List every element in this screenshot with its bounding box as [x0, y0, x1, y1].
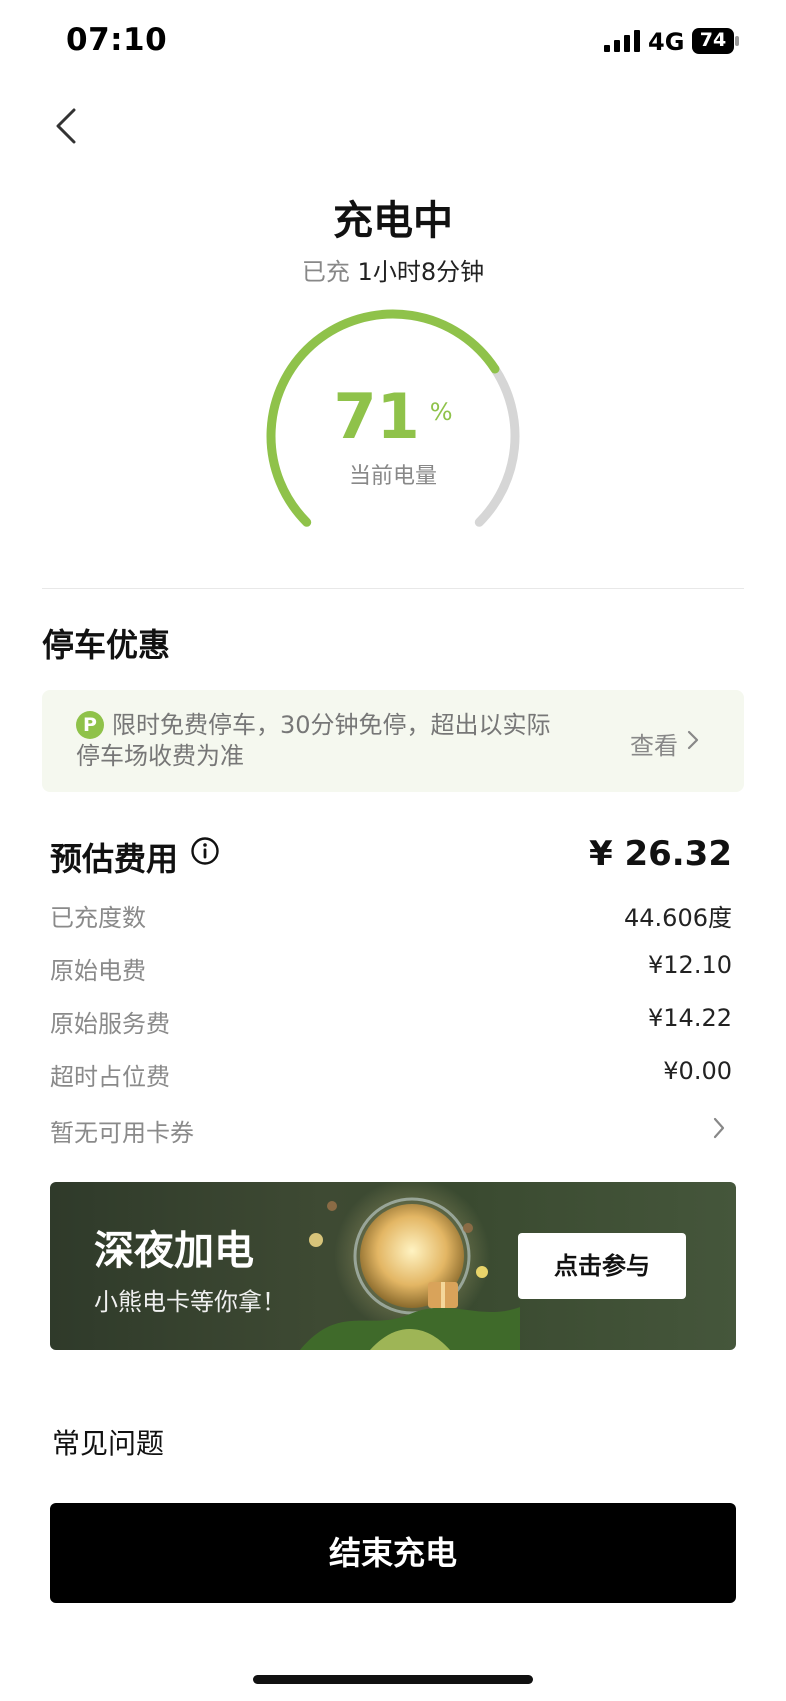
battery-icon: 74	[692, 28, 740, 54]
banner-title: 深夜加电	[94, 1228, 254, 1274]
battery-percent: 71%	[0, 380, 786, 453]
fee-row-value: ¥0.00	[663, 1057, 732, 1085]
battery-percent-label: 当前电量	[348, 464, 437, 489]
parking-view-link[interactable]: 查看	[630, 726, 678, 761]
battery-percent-value: 71	[333, 380, 420, 453]
fee-row-value: ¥14.22	[648, 1004, 732, 1032]
estimated-fee-title: 预估费用	[50, 840, 179, 878]
fee-row-label: 超时占位费	[50, 1063, 170, 1091]
fee-row-label: 原始电费	[50, 957, 146, 985]
estimated-fee-total: ¥ 26.32	[588, 834, 732, 874]
chevron-right-icon[interactable]	[712, 1116, 726, 1140]
fee-row-value: 44.606度	[624, 904, 732, 932]
coupon-row[interactable]: 暂无可用卡券	[50, 1113, 194, 1148]
page-title: 充电中	[333, 198, 453, 244]
status-time: 07:10	[66, 22, 168, 58]
info-icon[interactable]	[190, 836, 220, 866]
fee-row-label: 原始服务费	[50, 1010, 170, 1038]
duration-prefix: 已充	[301, 258, 350, 286]
parking-offer-text: 限时免费停车，30分钟免停，超出以实际停车场收费为准	[76, 711, 551, 770]
chevron-right-icon[interactable]	[686, 729, 700, 751]
back-chevron-icon[interactable]	[52, 104, 82, 148]
duration-value: 1小时8分钟	[357, 258, 485, 286]
battery-level: 74	[699, 29, 727, 51]
charging-duration: 已充 1小时8分钟	[0, 252, 786, 287]
home-indicator[interactable]	[253, 1675, 533, 1684]
moon-illustration-icon	[300, 1182, 520, 1350]
faq-link[interactable]: 常见问题	[52, 1422, 164, 1462]
fee-row-value: ¥12.10	[648, 951, 732, 979]
section-divider	[42, 588, 744, 589]
banner-subtitle: 小熊电卡等你拿！	[94, 1288, 286, 1316]
parking-section-title: 停车优惠	[42, 626, 171, 664]
end-charging-button[interactable]: 结束充电	[50, 1503, 736, 1603]
network-type: 4G	[648, 28, 685, 56]
fee-row-label: 已充度数	[50, 904, 146, 932]
battery-percent-unit: %	[429, 398, 453, 426]
cellular-signal-icon	[604, 30, 640, 52]
participate-button[interactable]: 点击参与	[518, 1233, 686, 1299]
